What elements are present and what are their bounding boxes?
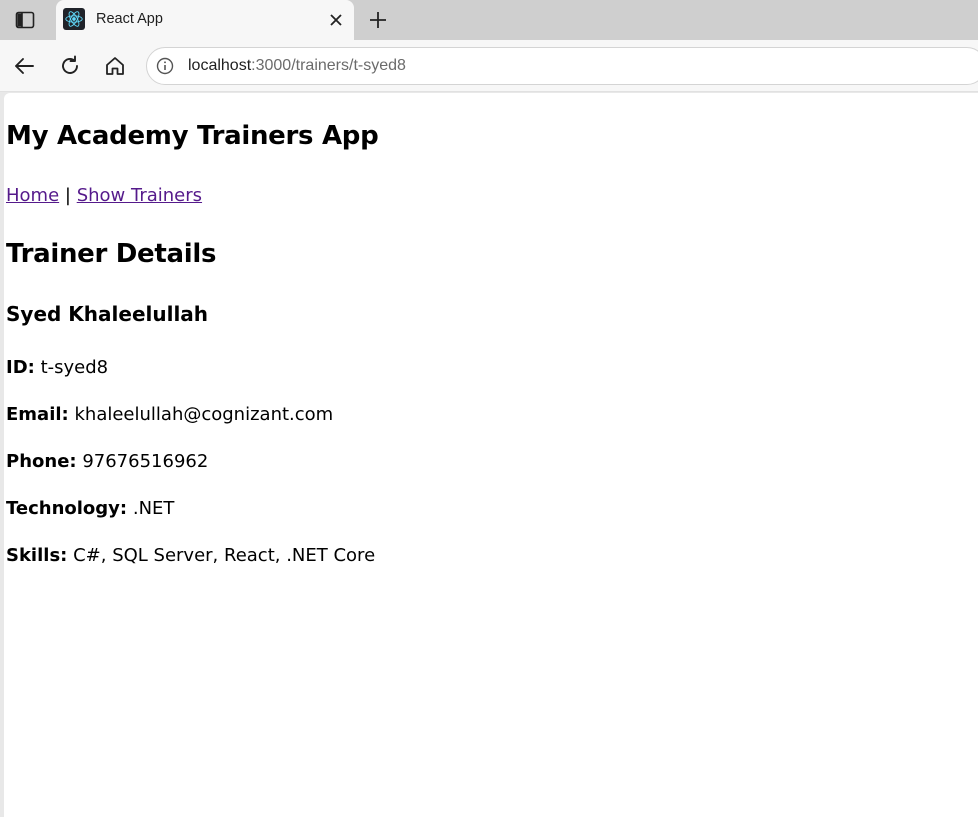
detail-value: .NET (132, 498, 175, 519)
detail-label: Email: (6, 404, 69, 425)
detail-id: ID: t-syed8 (6, 357, 108, 378)
url-text[interactable]: localhost:3000/trainers/t-syed8 (188, 57, 406, 75)
show-trainers-link[interactable]: Show Trainers (77, 185, 202, 206)
app-title: My Academy Trainers App (6, 121, 379, 151)
trainer-name: Syed Khaleelullah (6, 302, 209, 326)
react-logo-icon (63, 8, 85, 30)
detail-value: 97676516962 (82, 451, 209, 472)
back-arrow-icon[interactable] (10, 52, 38, 80)
address-bar[interactable]: localhost:3000/trainers/t-syed8 (146, 47, 978, 85)
detail-technology: Technology: .NET (6, 498, 174, 519)
home-icon[interactable] (101, 52, 129, 80)
detail-skills: Skills: C#, SQL Server, React, .NET Core (6, 545, 375, 566)
url-path: :3000/trainers/t-syed8 (251, 57, 406, 74)
url-host: localhost (188, 57, 252, 74)
detail-label: ID: (6, 357, 35, 378)
reload-icon[interactable] (56, 52, 84, 80)
detail-value: t-syed8 (40, 357, 109, 378)
detail-email: Email: khaleelullah@cognizant.com (6, 404, 333, 425)
browser-toolbar: localhost:3000/trainers/t-syed8 (0, 40, 978, 92)
plus-icon[interactable] (364, 6, 392, 34)
detail-value: C#, SQL Server, React, .NET Core (73, 545, 376, 566)
home-link[interactable]: Home (6, 185, 59, 206)
main-nav: Home | Show Trainers (6, 185, 202, 206)
sidebar-icon[interactable] (12, 9, 38, 31)
detail-value: khaleelullah@cognizant.com (74, 404, 334, 425)
info-icon[interactable] (156, 57, 174, 75)
tab-title: React App (96, 11, 163, 27)
page-viewport: My Academy Trainers App Home | Show Trai… (4, 93, 978, 817)
detail-label: Skills: (6, 545, 68, 566)
nav-separator: | (64, 185, 71, 206)
tab-strip: React App (0, 0, 978, 40)
close-icon[interactable] (326, 10, 346, 30)
section-title: Trainer Details (6, 239, 217, 269)
detail-label: Phone: (6, 451, 77, 472)
browser-tab[interactable]: React App (56, 0, 354, 40)
detail-phone: Phone: 97676516962 (6, 451, 208, 472)
detail-label: Technology: (6, 498, 128, 519)
